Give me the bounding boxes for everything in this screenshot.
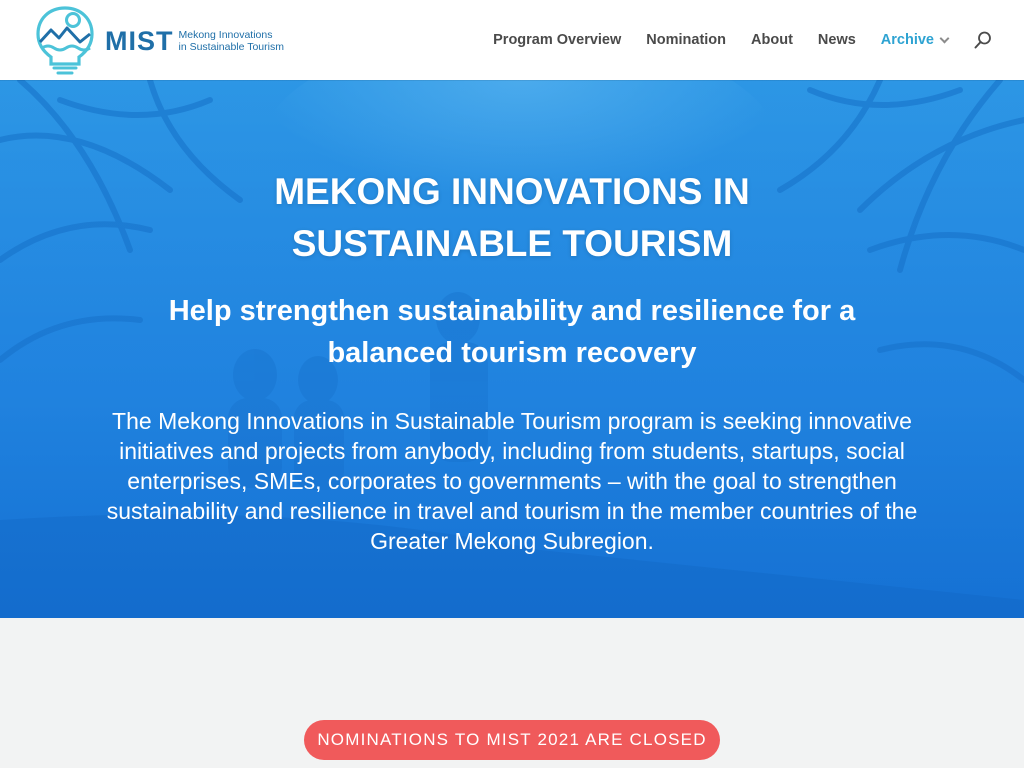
site-header: MIST Mekong Innovations in Sustainable T… [0,0,1024,80]
logo-tagline-line2: in Sustainable Tourism [178,41,284,53]
nav-item-about[interactable]: About [751,32,793,48]
chevron-down-icon [939,33,950,43]
logo-tagline: Mekong Innovations in Sustainable Touris… [179,29,284,53]
search-icon [974,31,991,49]
search-button[interactable] [974,31,992,49]
hero-subtitle: Help strengthen sustainability and resil… [168,295,856,369]
hero-title: MEKONG INNOVATIONS IN SUSTAINABLE TOURIS… [274,171,750,264]
hero-content: MEKONG INNOVATIONS IN SUSTAINABLE TOURIS… [0,80,1024,618]
nominations-section: NOMINATIONS TO MIST 2021 ARE CLOSED [0,618,1024,768]
hero-section: MEKONG INNOVATIONS IN SUSTAINABLE TOURIS… [0,80,1024,618]
nav-item-archive[interactable]: Archive [880,32,950,48]
nominations-closed-button[interactable]: NOMINATIONS TO MIST 2021 ARE CLOSED [304,720,720,760]
nav-item-archive-label: Archive [880,32,934,48]
logo-wordmark: MIST [105,25,174,56]
logo-tagline-line1: Mekong Innovations [178,29,273,41]
nav-item-program-overview[interactable]: Program Overview [493,32,621,48]
nav-item-nomination[interactable]: Nomination [646,32,726,48]
lightbulb-mountain-icon [36,6,94,75]
nav-item-news[interactable]: News [818,32,856,48]
site-logo[interactable]: MIST Mekong Innovations in Sustainable T… [34,4,294,76]
hero-description: The Mekong Innovations in Sustainable To… [106,408,918,554]
main-nav: Program Overview Nomination About News A… [468,0,1024,80]
